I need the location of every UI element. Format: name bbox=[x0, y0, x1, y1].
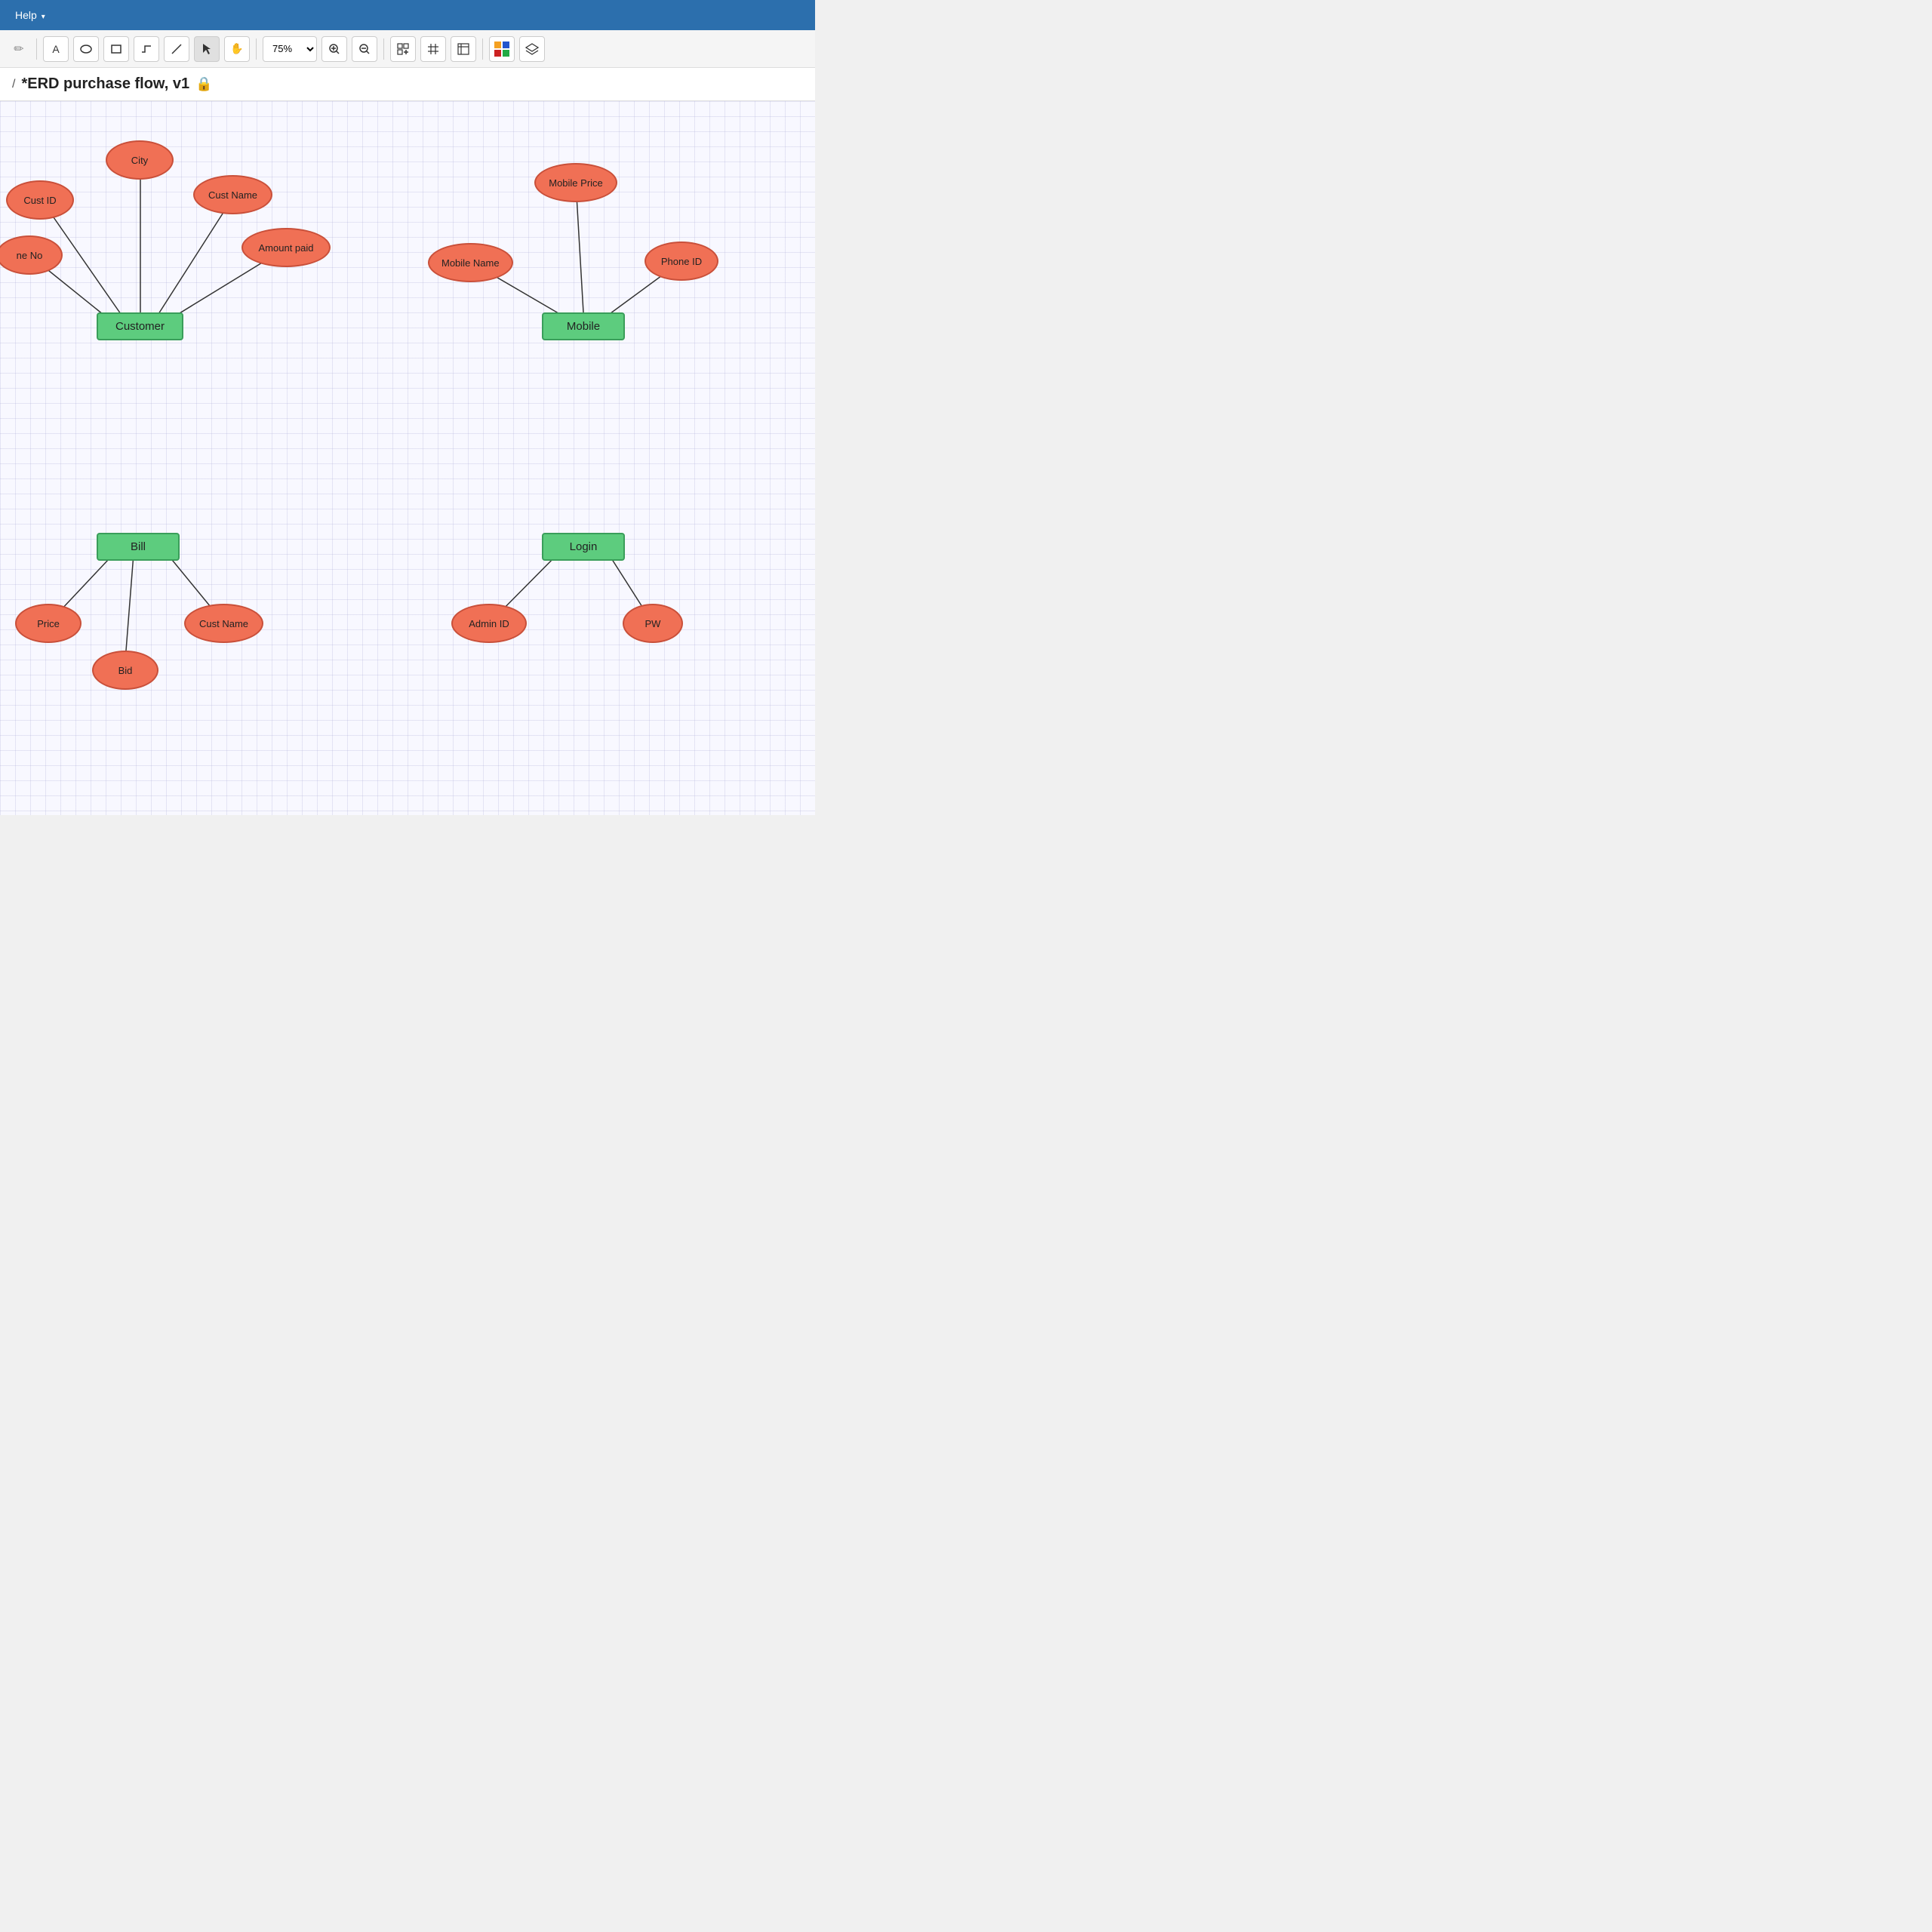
zoom-in-button[interactable] bbox=[321, 36, 347, 62]
toolbar-sep-4 bbox=[482, 38, 483, 60]
tool-hand[interactable]: ✋ bbox=[224, 36, 250, 62]
entity-customer-label: Customer bbox=[115, 320, 165, 333]
attr-bid[interactable]: Bid bbox=[92, 651, 158, 690]
attr-mobile-name[interactable]: Mobile Name bbox=[428, 243, 513, 282]
attr-cust-name[interactable]: Cust Name bbox=[193, 175, 272, 214]
attr-admin-id[interactable]: Admin ID bbox=[451, 604, 527, 643]
attr-phone-no[interactable]: ne No bbox=[0, 235, 63, 275]
attr-phone-id[interactable]: Phone ID bbox=[645, 242, 718, 281]
attr-admin-id-label: Admin ID bbox=[469, 618, 509, 629]
attr-cust-id[interactable]: Cust ID bbox=[6, 180, 74, 220]
entity-bill-label: Bill bbox=[131, 540, 146, 553]
toolbar-sep-1 bbox=[36, 38, 37, 60]
zoom-out-button[interactable] bbox=[352, 36, 377, 62]
tool-layers[interactable] bbox=[519, 36, 545, 62]
attr-phone-no-label: ne No bbox=[17, 250, 43, 261]
page-title: *ERD purchase flow, v1 bbox=[21, 75, 189, 93]
attr-city-label: City bbox=[131, 155, 148, 166]
tool-line[interactable] bbox=[164, 36, 189, 62]
tool-grid-plus[interactable] bbox=[390, 36, 416, 62]
entity-customer[interactable]: Customer bbox=[97, 312, 183, 340]
help-chevron-icon: ▾ bbox=[42, 13, 45, 21]
attr-city[interactable]: City bbox=[106, 140, 174, 180]
entity-login[interactable]: Login bbox=[542, 533, 625, 561]
menu-bar: Help ▾ bbox=[0, 0, 815, 30]
toolbar-sep-3 bbox=[383, 38, 384, 60]
tool-diagram[interactable] bbox=[451, 36, 476, 62]
toolbar-sep-2 bbox=[256, 38, 257, 60]
attr-amount-paid-label: Amount paid bbox=[259, 242, 314, 254]
erd-canvas[interactable]: Customer Mobile Bill Login City Cust ID … bbox=[0, 101, 815, 815]
title-bar: / *ERD purchase flow, v1 🔒 bbox=[0, 68, 815, 101]
lock-icon: 🔒 bbox=[195, 76, 212, 92]
tool-rectangle[interactable] bbox=[103, 36, 129, 62]
attr-mobile-price[interactable]: Mobile Price bbox=[534, 163, 617, 202]
zoom-select[interactable]: 75% 50% 100% 125% bbox=[263, 36, 317, 62]
menu-item-help[interactable]: Help ▾ bbox=[9, 6, 51, 24]
entity-login-label: Login bbox=[570, 540, 598, 553]
erd-connection-lines bbox=[0, 101, 815, 815]
tool-colors[interactable] bbox=[489, 36, 515, 62]
attr-amount-paid[interactable]: Amount paid bbox=[242, 228, 331, 267]
attr-cust-name-bill[interactable]: Cust Name bbox=[184, 604, 263, 643]
entity-bill[interactable]: Bill bbox=[97, 533, 180, 561]
attr-phone-id-label: Phone ID bbox=[661, 256, 702, 267]
breadcrumb-sep: / bbox=[12, 78, 15, 91]
attr-price-label: Price bbox=[37, 618, 60, 629]
tool-select[interactable] bbox=[194, 36, 220, 62]
entity-mobile[interactable]: Mobile bbox=[542, 312, 625, 340]
attr-pw-label: PW bbox=[645, 618, 661, 629]
attr-price[interactable]: Price bbox=[15, 604, 82, 643]
tool-ellipse[interactable] bbox=[73, 36, 99, 62]
attr-cust-id-label: Cust ID bbox=[23, 195, 56, 206]
menu-help-label: Help bbox=[15, 9, 37, 21]
attr-cust-name-bill-label: Cust Name bbox=[199, 618, 248, 629]
tool-grid[interactable] bbox=[420, 36, 446, 62]
edit-icon[interactable]: ✏ bbox=[8, 38, 30, 60]
entity-mobile-label: Mobile bbox=[567, 320, 600, 333]
tool-connector[interactable] bbox=[134, 36, 159, 62]
tool-text[interactable]: A bbox=[43, 36, 69, 62]
attr-pw[interactable]: PW bbox=[623, 604, 683, 643]
attr-mobile-price-label: Mobile Price bbox=[549, 177, 603, 189]
attr-cust-name-label: Cust Name bbox=[208, 189, 257, 201]
attr-mobile-name-label: Mobile Name bbox=[441, 257, 500, 269]
attr-bid-label: Bid bbox=[118, 665, 133, 676]
toolbar: ✏ A ✋ 75% 50% 100% 125% bbox=[0, 30, 815, 68]
